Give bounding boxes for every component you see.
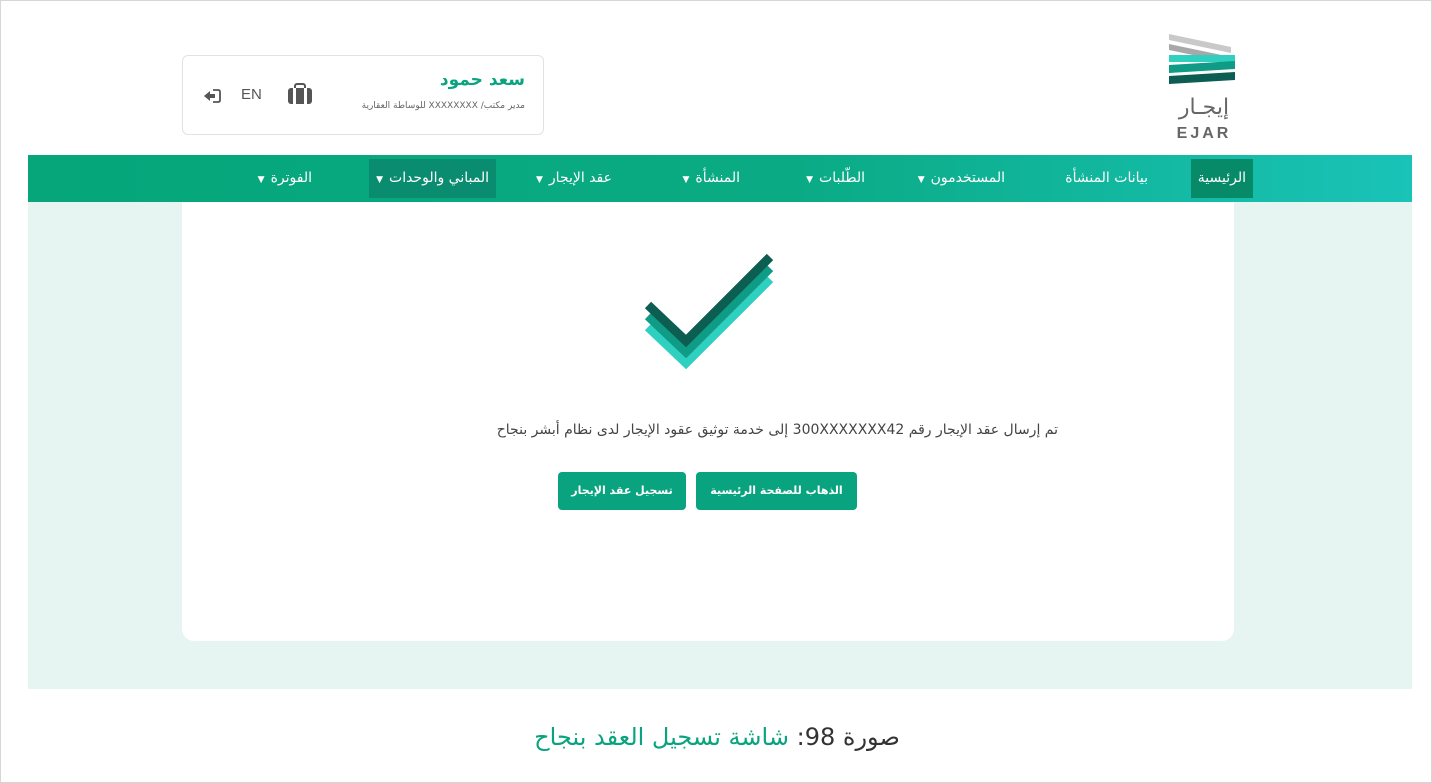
nav-item-billing[interactable]: الفوترة ▼ (251, 159, 319, 198)
ejar-logo-mark (1169, 34, 1235, 84)
nav-item-buildings-units[interactable]: المباني والوحدات ▼ (369, 159, 496, 198)
nav-item-label: الرئيسية (1197, 170, 1246, 186)
page-frame: سعد حمود مدير مكتب/ XXXXXXXX للوساطة الع… (0, 0, 1432, 783)
nav-item-users[interactable]: المستخدمون ▼ (911, 159, 1012, 198)
caret-down-icon: ▼ (536, 175, 543, 185)
nav-item-label: المباني والوحدات (389, 170, 489, 186)
nav-item-label: الطّلبات (819, 170, 865, 186)
logo-english-text: EJAR (1176, 125, 1232, 142)
nav-item-label: المنشأة (695, 170, 740, 186)
caption-prefix: صورة 98: (796, 723, 900, 751)
main-nav: الرئيسية بيانات المنشأة المستخدمون ▼ الطّ… (28, 155, 1412, 202)
caret-down-icon: ▼ (682, 175, 690, 185)
nav-item-home[interactable]: الرئيسية (1190, 159, 1253, 198)
go-home-button[interactable]: الذهاب للصفحة الرئيسية (696, 472, 857, 510)
nav-item-facility[interactable]: المنشأة ▼ (676, 159, 748, 198)
logo-arabic-text: إيجـار (1178, 95, 1230, 120)
nav-item-label: المستخدمون (930, 170, 1005, 186)
caption-title: شاشة تسجيل العقد بنجاح (534, 723, 789, 751)
caret-down-icon: ▼ (917, 175, 925, 185)
register-contract-button[interactable]: تسجيل عقد الإيجار (558, 472, 686, 510)
ejar-logo: إيجـار EJAR (1169, 31, 1249, 147)
nav-item-facility-data[interactable]: بيانات المنشأة (1058, 159, 1155, 198)
checkmark-icon (636, 251, 786, 381)
user-profile-box: سعد حمود مدير مكتب/ XXXXXXXX للوساطة الع… (182, 55, 544, 135)
user-name: سعد حمود (439, 70, 525, 90)
caret-down-icon: ▼ (376, 175, 384, 185)
nav-item-label: بيانات المنشأة (1065, 170, 1148, 186)
nav-item-label: الفوترة (270, 170, 312, 186)
briefcase-icon[interactable] (287, 83, 313, 105)
figure-caption: صورة 98: شاشة تسجيل العقد بنجاح (1, 723, 1432, 751)
logout-icon[interactable] (203, 88, 221, 104)
user-role: مدير مكتب/ XXXXXXXX للوساطة العقارية (361, 101, 525, 111)
caret-down-icon: ▼ (806, 175, 814, 185)
nav-item-requests[interactable]: الطّلبات ▼ (799, 159, 872, 198)
nav-item-label: عقد الإيجار (548, 170, 612, 186)
caret-down-icon: ▼ (257, 175, 265, 185)
success-message: تم إرسال عقد الإيجار رقم 300XXXXXXX42 إل… (496, 422, 1058, 438)
language-switch-link[interactable]: EN (241, 86, 262, 103)
nav-item-lease-contract[interactable]: عقد الإيجار ▼ (529, 159, 619, 198)
